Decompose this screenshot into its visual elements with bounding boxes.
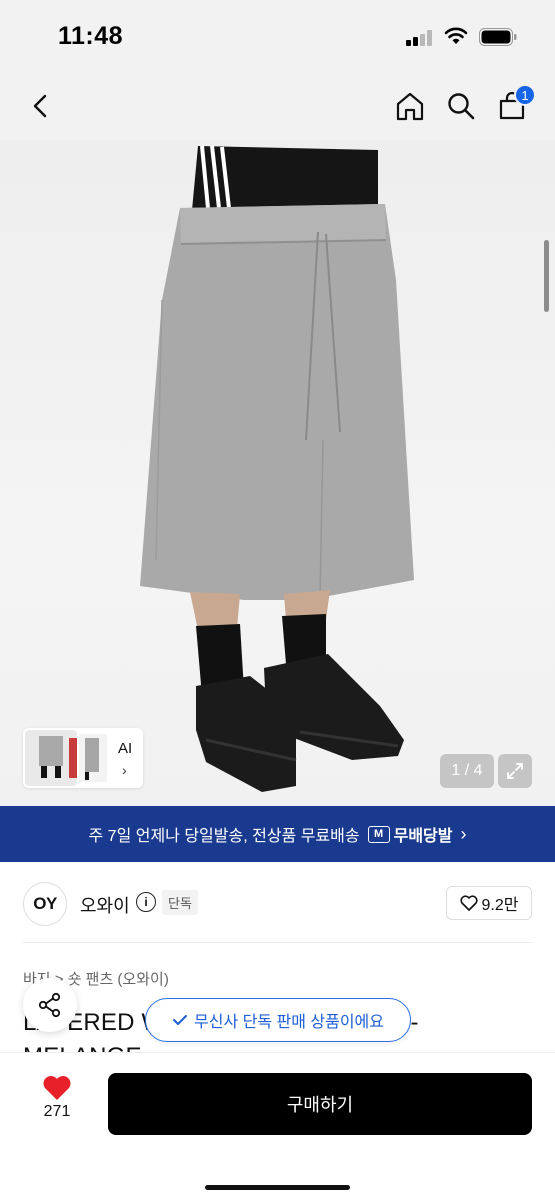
- buy-button[interactable]: 구매하기: [108, 1073, 532, 1135]
- bottom-action-bar: 271 구매하기: [0, 1052, 555, 1200]
- status-time: 11:48: [58, 22, 124, 50]
- share-button[interactable]: [23, 978, 77, 1032]
- wifi-icon: [444, 27, 468, 44]
- brand-like-button[interactable]: 9.2만: [446, 886, 532, 920]
- search-button[interactable]: [441, 86, 481, 126]
- search-icon: [448, 93, 475, 120]
- like-button[interactable]: 271: [30, 1075, 84, 1135]
- ai-thumbnail-button[interactable]: AI ›: [23, 728, 143, 788]
- brand-logo[interactable]: OY: [23, 882, 67, 926]
- chevron-right-icon: ›: [460, 823, 467, 844]
- status-bar: 11:48: [0, 0, 555, 72]
- brand-row: OY 오와이 i 단독 9.2만: [0, 862, 555, 944]
- back-button[interactable]: [20, 86, 60, 126]
- brand-name[interactable]: 오와이: [80, 892, 130, 918]
- heart-filled-icon: [43, 1076, 71, 1100]
- thumbnail-image: [25, 730, 77, 786]
- expand-button[interactable]: [498, 754, 532, 788]
- like-count: 271: [43, 1103, 71, 1120]
- expand-icon: [507, 763, 523, 779]
- free-shipping-label: 무배당발: [393, 828, 453, 845]
- home-icon: [396, 92, 424, 121]
- exclusive-toast-text: 무신사 단독 판매 상품이에요: [194, 1014, 384, 1031]
- image-counter: 1 / 4: [440, 754, 494, 788]
- divider: [23, 942, 532, 943]
- thumbnail-image-2: [79, 734, 107, 782]
- chevron-left-icon: [33, 94, 47, 118]
- cellular-signal-icon: [406, 30, 434, 46]
- truck-icon: M: [367, 825, 390, 843]
- brand-like-count: 9.2만: [481, 897, 519, 914]
- free-shipping-badge: M 무배당발: [367, 822, 453, 846]
- home-button[interactable]: [390, 86, 430, 126]
- exclusive-toast: 무신사 단독 판매 상품이에요: [145, 998, 411, 1042]
- nav-bar: 1: [0, 72, 555, 140]
- chevron-right-icon: ›: [122, 762, 127, 778]
- scrollbar[interactable]: [544, 240, 549, 312]
- exclusive-tag: 단독: [162, 890, 198, 915]
- cart-button[interactable]: 1: [492, 84, 536, 126]
- product-photo: [140, 145, 414, 792]
- home-indicator: [205, 1185, 350, 1190]
- info-icon[interactable]: i: [136, 892, 156, 912]
- share-icon: [38, 992, 61, 1018]
- shipping-text: 주 7일 언제나 당일발송, 전상품 무료배송: [88, 828, 360, 845]
- battery-icon: [479, 28, 517, 46]
- ai-label: AI: [118, 740, 133, 757]
- shipping-banner[interactable]: 주 7일 언제나 당일발송, 전상품 무료배송 M 무배당발 ›: [0, 806, 555, 862]
- checkmark-icon: [173, 1015, 187, 1025]
- cart-count-badge: 1: [514, 84, 536, 106]
- heart-outline-icon: [459, 895, 478, 911]
- product-image[interactable]: AI › 1 / 4: [0, 140, 555, 806]
